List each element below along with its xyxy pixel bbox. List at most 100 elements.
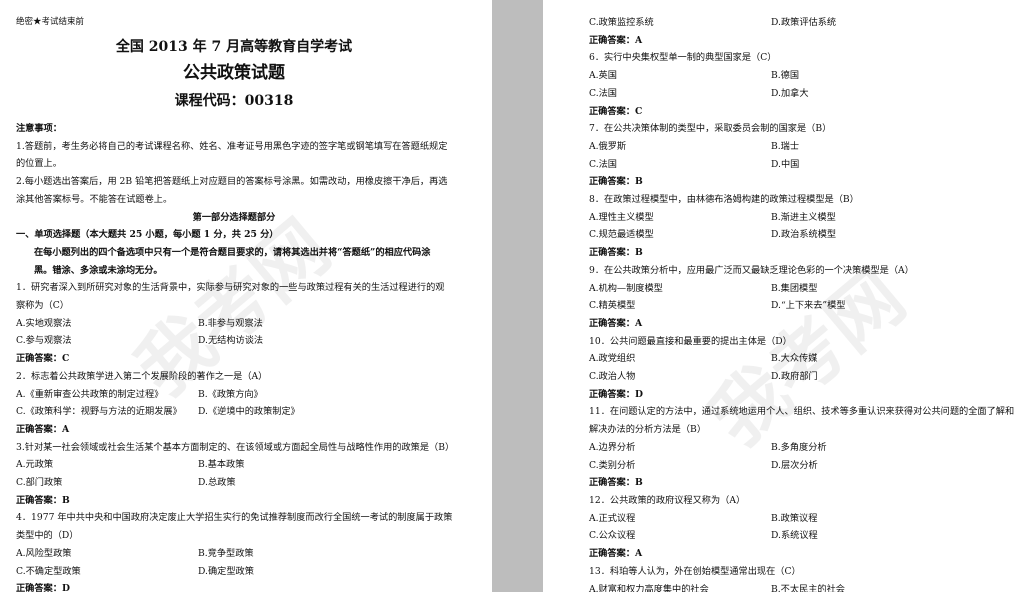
option-a: A.英国 — [589, 70, 617, 82]
correct-answer: 正确答案：A — [589, 548, 643, 560]
option-d: D.政治系统模型 — [771, 229, 837, 241]
option-a: A.边界分析 — [589, 441, 636, 453]
option-b: B.渐进主义模型 — [771, 211, 836, 223]
option-row: A.风险型政策 B.竞争型政策 — [16, 545, 452, 563]
option-a: A.俄罗斯 — [589, 140, 627, 152]
option-c: C.公众议程 — [589, 530, 636, 542]
option-row: C.部门政策 D.总政策 — [16, 474, 452, 492]
option-d: D.无结构访谈法 — [198, 335, 264, 347]
option-row: A.理性主义模型 B.渐进主义模型 — [589, 209, 1020, 227]
exam-title: 全国 2013 年 7 月高等教育自学考试 — [115, 39, 353, 55]
option-b: B.多角度分析 — [771, 441, 827, 453]
instruction-text: 黑。错涂、多涂或未涂均无分。 — [34, 264, 163, 276]
option-d: D.中国 — [771, 158, 800, 170]
document-page-right: 我考网 C.政策监控系统 D.政策评估系统 正确答案：A 6．实行中央集权型单一… — [543, 0, 1024, 592]
correct-answer: 正确答案：D — [589, 388, 643, 400]
option-c: C.法国 — [589, 87, 617, 99]
correct-answer: 正确答案：B — [589, 477, 643, 489]
question-text: 6．实行中央集权型单一制的典型国家是（C） — [589, 52, 777, 64]
correct-answer: 正确答案：B — [589, 176, 643, 188]
option-a: A.元政策 — [16, 459, 54, 471]
option-c: C.类别分析 — [589, 459, 636, 471]
section-heading: 一、单项选择题（本大题共 25 小题，每小题 1 分，共 25 分） — [16, 229, 279, 241]
correct-answer: 正确答案：D — [16, 583, 70, 592]
option-a: A.财富和权力高度集中的社会 — [589, 583, 709, 592]
correct-answer: 正确答案：C — [16, 353, 70, 365]
option-row: A.英国 B.德国 — [589, 67, 1020, 85]
option-row: C.不确定型政策 D.确定型政策 — [16, 563, 452, 581]
option-a: A.风险型政策 — [16, 547, 72, 559]
option-b: B.基本政策 — [198, 459, 245, 471]
option-row: C.政策监控系统 D.政策评估系统 — [589, 14, 1020, 32]
option-b: B.集团模型 — [771, 282, 818, 294]
question-text: 8．在政策过程模型中，由林德布洛姆构建的政策过程模型是（B） — [589, 194, 859, 206]
option-a: A.正式议程 — [589, 512, 636, 524]
option-d: D.加拿大 — [771, 87, 809, 99]
option-row: A.政党组织 B.大众传媒 — [589, 350, 1020, 368]
option-row: A.机构—制度模型 B.集团模型 — [589, 280, 1020, 298]
option-c: C.精英模型 — [589, 300, 636, 312]
secret-label: 绝密★考试结束前 — [16, 17, 85, 27]
question-text: 3.针对某一社会领域或社会生活某个基本方面制定的、在该领域或方面起全局性与战略性… — [16, 441, 455, 453]
option-row: C.《政策科学：视野与方法的近期发展》 D.《逆境中的政策制定》 — [16, 403, 452, 421]
question-text: 类型中的（D） — [16, 530, 79, 542]
correct-answer: 正确答案：A — [16, 423, 70, 435]
notice-text: 涂其他答案标号。不能答在试题卷上。 — [16, 193, 173, 205]
option-row: A.正式议程 B.政策议程 — [589, 510, 1020, 528]
option-b: B.非参与观察法 — [198, 317, 263, 329]
document-page-left: 我考网 绝密★考试结束前 全国 2013 年 7 月高等教育自学考试 公共政策试… — [0, 0, 492, 592]
question-text: 12．公共政策的政府议程又称为（A） — [589, 494, 746, 506]
subject-title: 公共政策试题 — [183, 63, 285, 83]
option-row: A.《重新审查公共政策的制定过程》 B.《政策方向》 — [16, 386, 452, 404]
correct-answer: 正确答案：C — [589, 105, 643, 117]
option-row: A.俄罗斯 B.瑞士 — [589, 138, 1020, 156]
option-d: D.层次分析 — [771, 459, 818, 471]
option-row: C.法国 D.加拿大 — [589, 85, 1020, 103]
question-text: 13．科珀等人认为，外在创始模型通常出现在（C） — [589, 565, 801, 577]
question-text: 11．在问题认定的方法中，通过系统地运用个人、组织、技术等多重认识来获得对公共问… — [589, 406, 1015, 418]
option-d: D.政府部门 — [771, 371, 818, 383]
option-row: C.公众议程 D.系统议程 — [589, 527, 1020, 545]
option-b: B.政策议程 — [771, 512, 818, 524]
option-d: D.总政策 — [198, 477, 236, 489]
question-text: 1．研究者深入到所研究对象的生活背景中，实际参与研究对象的一些与政策过程有关的生… — [16, 282, 445, 294]
question-text: 2．标志着公共政策学进入第二个发展阶段的著作之一是（A） — [16, 370, 268, 382]
notice-text: 2.每小题选出答案后，用 2B 铅笔把答题纸上对应题目的答案标号涂黑。如需改动，… — [16, 176, 448, 188]
question-text: 4．1977 年中共中央和中国政府决定废止大学招生实行的免试推荐制度而改行全国统… — [16, 512, 453, 524]
option-d: D.系统议程 — [771, 530, 818, 542]
course-code: 课程代码：00318 — [174, 93, 294, 109]
question-text: 9．在公共政策分析中，应用最广泛而又最缺乏理论色彩的一个决策模型是（A） — [589, 264, 914, 276]
part-heading: 第一部分选择题部分 — [192, 211, 276, 223]
option-c: C.法国 — [589, 158, 617, 170]
option-row: C.规范最适模型 D.政治系统模型 — [589, 226, 1020, 244]
question-text: 7．在公共决策体制的类型中，采取委员会制的国家是（B） — [589, 123, 832, 135]
option-c: C.参与观察法 — [16, 335, 72, 347]
option-row: C.精英模型 D.“上下来去”模型 — [589, 297, 1020, 315]
option-row: C.法国 D.中国 — [589, 156, 1020, 174]
option-b: B.大众传媒 — [771, 353, 818, 365]
question-text: 10．公共问题最直接和最重要的提出主体是（D） — [589, 335, 792, 347]
option-a: A.《重新审查公共政策的制定过程》 — [16, 388, 164, 400]
option-c: C.政治人物 — [589, 371, 636, 383]
option-a: A.机构—制度模型 — [589, 282, 663, 294]
option-a: A.理性主义模型 — [589, 211, 654, 223]
option-d: D.确定型政策 — [198, 565, 254, 577]
correct-answer: 正确答案：B — [589, 247, 643, 259]
option-d: D.“上下来去”模型 — [771, 300, 846, 312]
correct-answer: 正确答案：B — [16, 494, 70, 506]
option-row: A.元政策 B.基本政策 — [16, 456, 452, 474]
notice-text: 1.答题前，考生务必将自己的考试课程名称、姓名、准考证号用黑色字迹的签字笔或钢笔… — [16, 140, 448, 152]
option-b: B.德国 — [771, 70, 800, 82]
page-gap — [492, 0, 543, 592]
option-row: C.政治人物 D.政府部门 — [589, 368, 1020, 386]
option-row: C.类别分析 D.层次分析 — [589, 457, 1020, 475]
correct-answer: 正确答案：A — [589, 317, 643, 329]
option-c: C.《政策科学：视野与方法的近期发展》 — [16, 406, 182, 418]
question-text: 解决办法的分析方法是（B） — [589, 424, 707, 436]
option-c: C.政策监控系统 — [589, 17, 654, 28]
option-row: A.边界分析 B.多角度分析 — [589, 439, 1020, 457]
option-a: A.实地观察法 — [16, 317, 72, 329]
question-text: 察称为（C） — [16, 300, 69, 312]
option-b: B.竞争型政策 — [198, 547, 254, 559]
option-c: C.规范最适模型 — [589, 229, 654, 241]
